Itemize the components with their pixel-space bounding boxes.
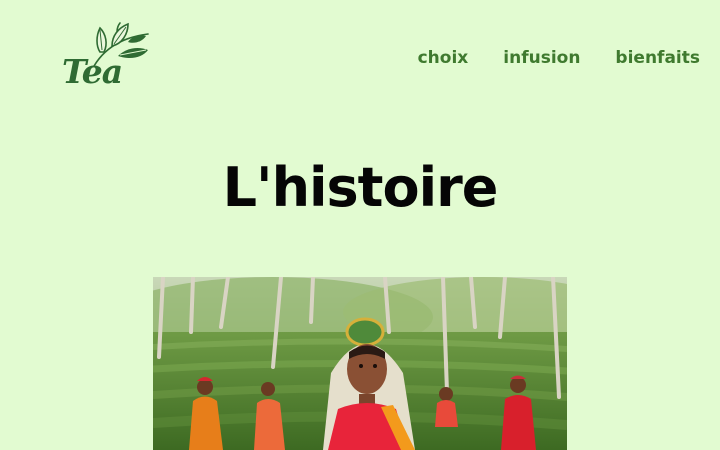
page: Tea choix infusion bienfaits L'histoire [0, 0, 720, 450]
main-nav: choix infusion bienfaits [418, 48, 700, 68]
page-title: L'histoire [222, 156, 499, 219]
hero-image [153, 277, 567, 450]
site-header: Tea choix infusion bienfaits [0, 0, 720, 120]
tea-pickers-photo [153, 277, 567, 450]
nav-item-infusion[interactable]: infusion [503, 48, 580, 68]
logo[interactable]: Tea [60, 22, 150, 98]
nav-item-choix[interactable]: choix [418, 48, 469, 68]
nav-item-bienfaits[interactable]: bienfaits [615, 48, 700, 68]
logo-text: Tea [62, 52, 123, 91]
